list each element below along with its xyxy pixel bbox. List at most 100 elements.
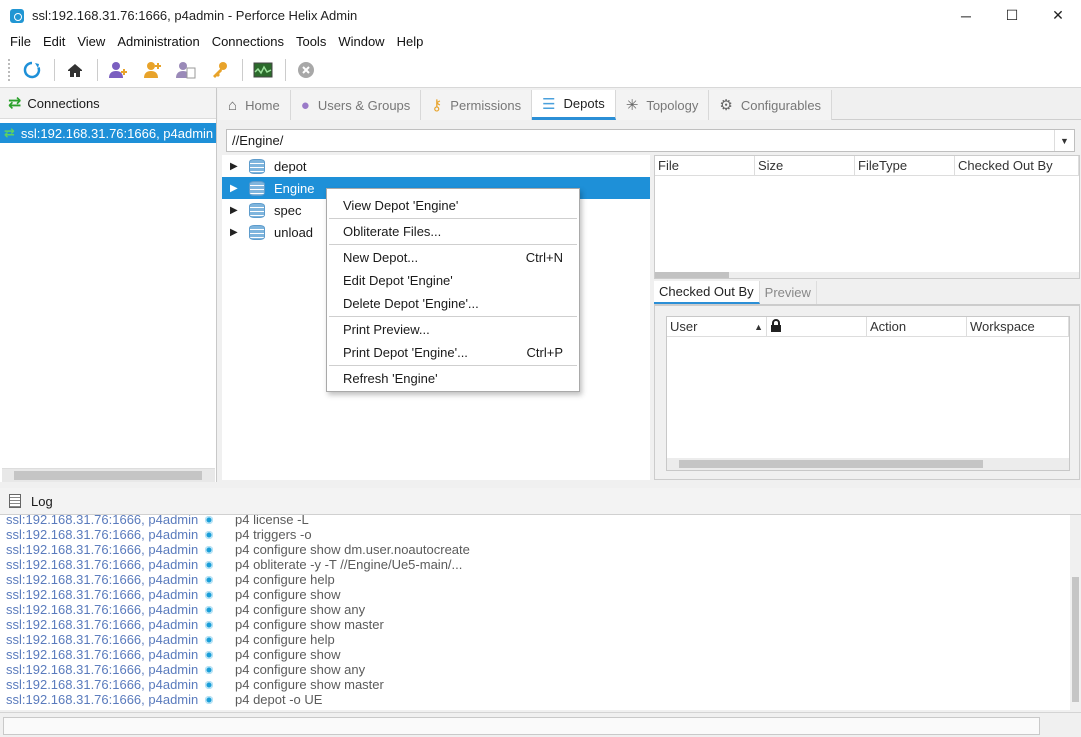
column-header[interactable]: Checked Out By [955,156,1079,175]
menu-item-print-depot[interactable]: Print Depot 'Engine'... Ctrl+P [327,341,579,364]
log-entry[interactable]: ssl:192.168.31.76:1666, p4admin p4 config… [0,572,1070,587]
tab-permissions[interactable]: ⚷ Permissions [421,90,533,120]
log-entry[interactable]: ssl:192.168.31.76:1666, p4admin p4 config… [0,617,1070,632]
column-header[interactable]: Size [755,156,855,175]
menu-tools[interactable]: Tools [290,34,332,49]
menu-bar: File Edit View Administration Connection… [0,31,1081,52]
tab-preview[interactable]: Preview [760,281,817,304]
tree-item-label: Engine [274,180,315,196]
chevron-down-icon[interactable]: ▼ [1054,130,1074,151]
menu-help[interactable]: Help [391,34,430,49]
log-entry[interactable]: ssl:192.168.31.76:1666, p4admin p4 config… [0,662,1070,677]
tab-depots[interactable]: ☰ Depots [532,90,616,120]
add-user-icon[interactable] [106,58,130,82]
log-entry[interactable]: ssl:192.168.31.76:1666, p4admin p4 trigge… [0,527,1070,542]
menu-connections[interactable]: Connections [206,34,290,49]
add-group-icon[interactable] [140,58,164,82]
menu-item-edit-depot[interactable]: Edit Depot 'Engine' [327,269,579,292]
detail-tabs: Checked Out By Preview [654,281,1080,305]
connections-icon: ⇄ [8,95,22,112]
status-dot-icon [205,515,235,524]
log-command: p4 obliterate -y -T //Engine/Ue5-main/..… [235,557,463,572]
menu-file[interactable]: File [4,34,37,49]
file-list-scrollbar[interactable] [655,272,1079,278]
tab-users-groups[interactable]: ● Users & Groups [290,90,422,120]
users-icon: ● [300,96,310,114]
menu-item-shortcut: Ctrl+P [526,345,563,360]
log-entry[interactable]: ssl:192.168.31.76:1666, p4admin p4 config… [0,677,1070,692]
toolbar-grip[interactable] [8,58,12,81]
log-command: p4 configure show [235,587,341,602]
column-header[interactable]: FileType [855,156,955,175]
menu-item-label: Edit Depot 'Engine' [343,273,453,288]
menu-item-print-preview[interactable]: Print Preview... [327,318,579,341]
maximize-button[interactable]: ☐ [989,0,1035,31]
menu-item-label: Print Preview... [343,322,430,337]
log-entry[interactable]: ssl:192.168.31.76:1666, p4admin p4 config… [0,542,1070,557]
menu-window[interactable]: Window [332,34,390,49]
monitor-icon[interactable] [251,58,275,82]
log-entry[interactable]: ssl:192.168.31.76:1666, p4admin p4 config… [0,632,1070,647]
tab-configurables[interactable]: ⚙ Configurables [709,90,833,120]
depot-path-combo[interactable]: //Engine/ ▼ [226,129,1075,152]
toolbar-separator [54,58,55,81]
column-header[interactable]: Action [867,317,967,336]
log-connection: ssl:192.168.31.76:1666, p4admin [6,662,199,677]
menu-item-label: Obliterate Files... [343,224,442,239]
log-scrollbar[interactable] [1070,515,1081,710]
status-dot-icon [205,605,235,614]
log-entry[interactable]: ssl:192.168.31.76:1666, p4admin p4 config… [0,587,1070,602]
tab-topology[interactable]: ✳ Topology [615,90,710,120]
menu-administration[interactable]: Administration [111,34,205,49]
status-dot-icon [205,620,235,629]
expand-arrow-icon[interactable]: ▶ [230,161,242,172]
user-permissions-icon[interactable] [174,58,198,82]
status-dot-icon [205,665,235,674]
tree-item-depot[interactable]: ▶ depot [222,155,650,177]
connection-item[interactable]: ⇄ ssl:192.168.31.76:1666, p4admin [0,123,216,143]
log-icon [9,494,21,508]
log-entry[interactable]: ssl:192.168.31.76:1666, p4admin p4 config… [0,602,1070,617]
menu-item-obliterate[interactable]: Obliterate Files... [327,220,579,243]
column-header[interactable]: File [655,156,755,175]
tab-label: Configurables [740,97,822,113]
log-connection: ssl:192.168.31.76:1666, p4admin [6,557,199,572]
expand-arrow-icon[interactable]: ▶ [230,205,242,216]
log-entry[interactable]: ssl:192.168.31.76:1666, p4admin p4 depot … [0,692,1070,707]
key-icon[interactable] [208,58,232,82]
tab-checked-out-by[interactable]: Checked Out By [654,281,760,304]
app-icon [10,8,24,23]
menu-separator [329,365,577,366]
menu-item-label: New Depot... [343,250,419,265]
log-entry[interactable]: ssl:192.168.31.76:1666, p4admin p4 licens… [0,515,1070,527]
checked-out-scrollbar[interactable] [667,458,1069,470]
menu-item-refresh[interactable]: Refresh 'Engine' [327,367,579,390]
home-icon[interactable] [63,58,87,82]
refresh-icon[interactable] [20,58,44,82]
menu-item-delete-depot[interactable]: Delete Depot 'Engine'... [327,292,579,315]
status-dot-icon [205,590,235,599]
column-header[interactable]: Workspace [967,317,1069,336]
expand-arrow-icon[interactable]: ▶ [230,227,242,238]
tab-home[interactable]: ⌂ Home [218,90,291,120]
status-dot-icon [205,530,235,539]
stop-icon[interactable] [294,58,318,82]
log-command: p4 configure show master [235,677,384,692]
status-dot-icon [205,680,235,689]
column-header[interactable]: User ▲ [667,317,767,336]
log-entry[interactable]: ssl:192.168.31.76:1666, p4admin p4 config… [0,647,1070,662]
connections-scrollbar[interactable] [2,468,215,482]
minimize-button[interactable]: ─ [943,0,989,31]
column-header[interactable] [767,317,867,336]
menu-view[interactable]: View [71,34,111,49]
depot-icon: ☰ [542,95,556,113]
depot-path-value: //Engine/ [232,133,284,148]
status-dot-icon [205,650,235,659]
menu-item-view-depot[interactable]: View Depot 'Engine' [327,194,579,217]
expand-arrow-icon[interactable]: ▶ [230,183,242,194]
close-button[interactable]: ✕ [1035,0,1081,31]
log-entry[interactable]: ssl:192.168.31.76:1666, p4admin p4 oblite… [0,557,1070,572]
menu-item-new-depot[interactable]: New Depot... Ctrl+N [327,246,579,269]
menu-edit[interactable]: Edit [37,34,71,49]
menu-item-label: Print Depot 'Engine'... [343,345,468,360]
